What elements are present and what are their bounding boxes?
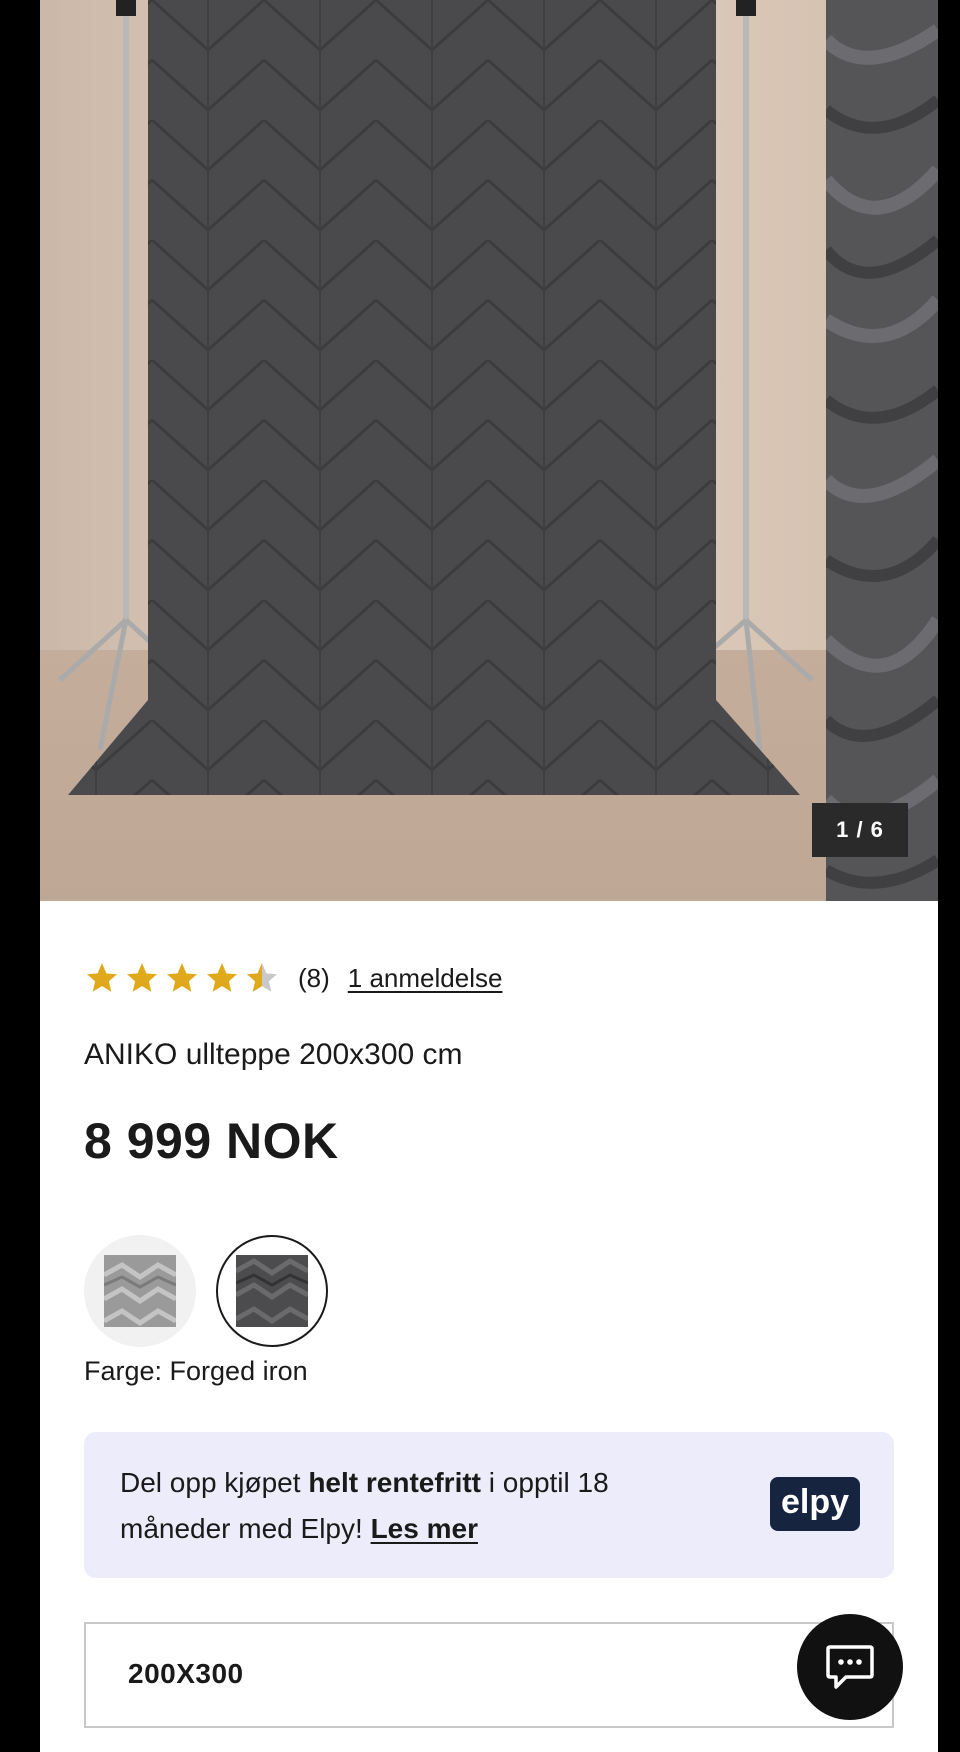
star-rating [84,960,280,996]
image-counter: 1 / 6 [812,803,908,857]
chat-button[interactable] [797,1614,903,1720]
color-label: Farge: Forged iron [84,1356,308,1386]
light-grey-rug-thumbnail [104,1255,176,1327]
elpy-text: Del opp kjøpet helt rentefritt i opptil … [120,1460,700,1552]
size-select-value: 200X300 [128,1658,244,1689]
elpy-text-start: Del opp kjøpet [120,1467,309,1498]
size-select[interactable]: 200X300 [84,1622,894,1728]
elpy-read-more-link[interactable]: Les mer [371,1513,478,1544]
chat-bubble-icon [826,1645,874,1689]
product-page: 1 / 6 (8) 1 anmeldelse ANIKO ullteppe 20… [40,0,938,1752]
star-icon [87,963,117,992]
half-star-icon [247,963,277,992]
next-product-image[interactable] [826,0,938,901]
elpy-text-bold: helt rentefritt [308,1467,482,1498]
star-icon [207,963,237,992]
swatch-forged-iron[interactable] [216,1235,328,1347]
forged-iron-rug-thumbnail [236,1255,308,1327]
product-image[interactable] [40,0,826,901]
reviews-link[interactable]: 1 anmeldelse [348,963,503,994]
product-title: ANIKO ullteppe 200x300 cm [84,1038,463,1071]
swatch-light-grey[interactable] [84,1235,196,1347]
color-swatches [84,1235,328,1347]
elpy-financing-banner: Del opp kjøpet helt rentefritt i opptil … [84,1432,894,1578]
elpy-logo: elpy [770,1477,860,1531]
star-icon [127,963,157,992]
rating-row: (8) 1 anmeldelse [84,958,502,998]
star-icon [167,963,197,992]
product-price: 8 999 NOK [84,1113,339,1169]
image-gallery[interactable]: 1 / 6 [40,0,938,901]
rating-count: (8) [298,962,330,993]
